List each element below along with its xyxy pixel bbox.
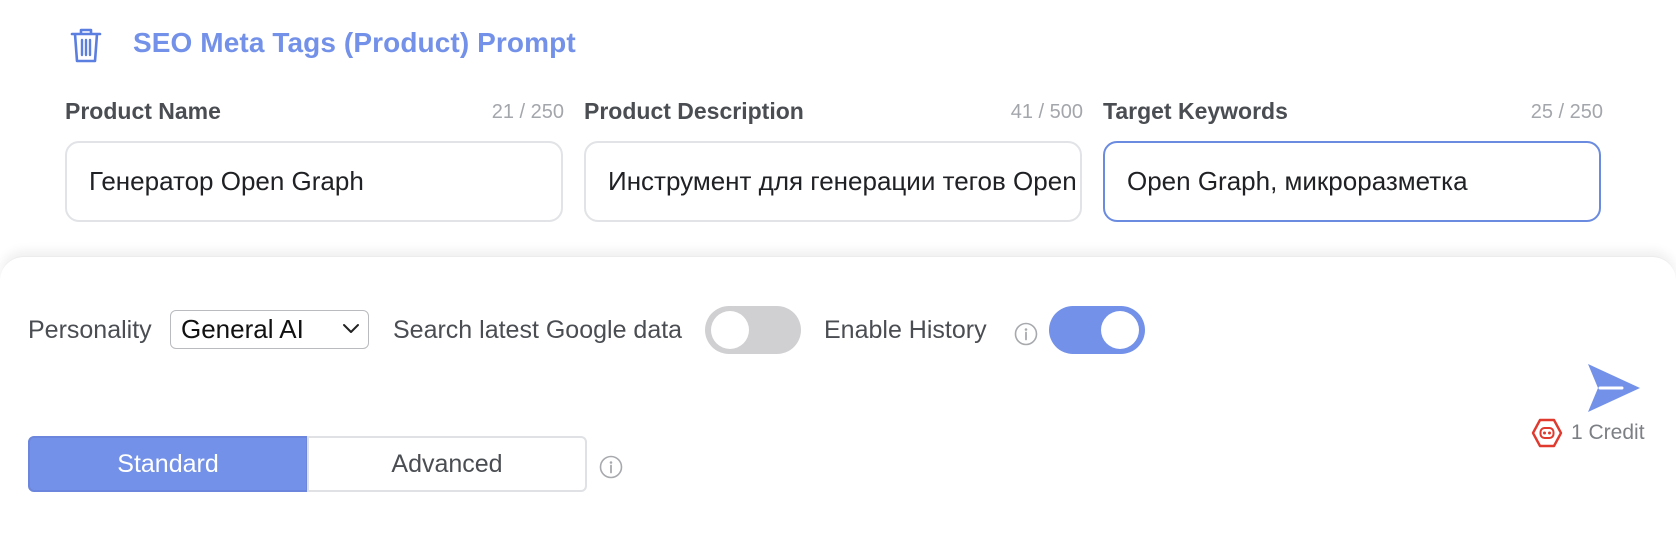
product-name-input[interactable]: Генератор Open Graph <box>65 141 563 222</box>
product-description-input[interactable]: Инструмент для генерации тегов Open Grap… <box>584 141 1082 222</box>
prompt-form: SEO Meta Tags (Product) Prompt Product N… <box>0 0 1676 258</box>
toggle-knob <box>711 311 749 349</box>
personality-value: General AI <box>181 314 304 344</box>
trash-icon[interactable] <box>68 26 104 64</box>
info-icon[interactable] <box>1014 322 1038 346</box>
advanced-mode-button[interactable]: Advanced <box>307 436 587 492</box>
send-icon[interactable] <box>1586 362 1642 414</box>
target-keywords-label: Target Keywords <box>1103 98 1288 124</box>
chevron-down-icon <box>343 324 359 333</box>
info-icon[interactable] <box>599 455 623 479</box>
search-google-label: Search latest Google data <box>393 316 683 344</box>
product-description-label: Product Description <box>584 98 804 124</box>
target-keywords-counter: 25 / 250 <box>1530 101 1603 123</box>
credit-icon <box>1531 418 1563 448</box>
enable-history-toggle[interactable] <box>1049 306 1145 354</box>
product-description-counter: 41 / 500 <box>1010 101 1083 123</box>
target-keywords-input[interactable]: Open Graph, микроразметка <box>1103 141 1601 222</box>
product-name-counter: 21 / 250 <box>491 101 564 123</box>
prompt-title: SEO Meta Tags (Product) Prompt <box>133 27 576 58</box>
standard-mode-button[interactable]: Standard <box>28 436 308 492</box>
search-google-toggle[interactable] <box>705 306 801 354</box>
credit-count: 1 Credit <box>1571 421 1645 444</box>
enable-history-label: Enable History <box>824 316 987 344</box>
personality-select[interactable]: General AI <box>170 310 369 349</box>
toggle-knob <box>1101 311 1139 349</box>
product-name-label: Product Name <box>65 98 221 124</box>
personality-label: Personality <box>28 316 152 344</box>
